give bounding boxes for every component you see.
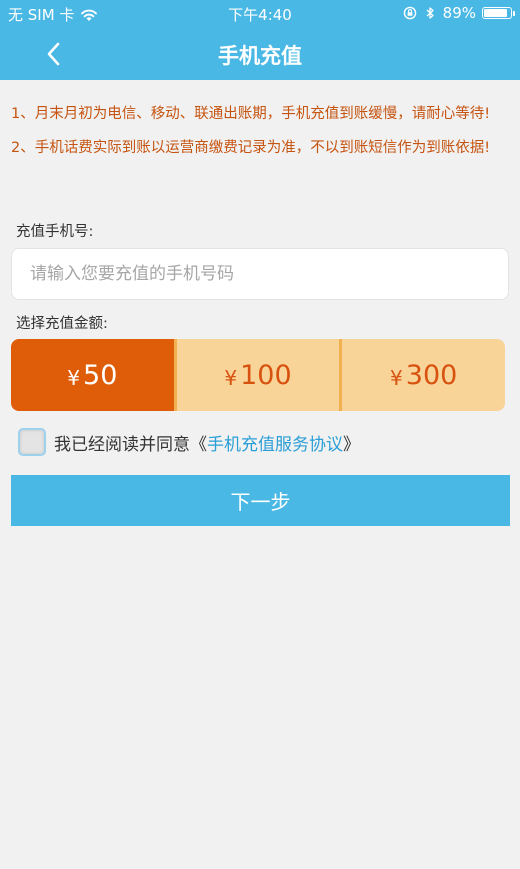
battery-fill [484,9,508,17]
currency-symbol: ¥ [224,366,238,390]
agreement-row: 我已经阅读并同意《 手机充值服务协议》 [18,428,360,456]
amount-option-300[interactable]: ¥ 300 [339,339,505,411]
notice-list: 1、月末月初为电信、移动、联通出账期，手机充值到账缓慢，请耐心等待! 2、手机话… [11,104,503,172]
bluetooth-icon [426,7,434,19]
amount-selector: ¥ 50 ¥ 100 ¥ 300 [11,339,505,411]
status-bar-right: 89% [403,4,515,22]
notice-item: 1、月末月初为电信、移动、联通出账期，手机充值到账缓慢，请耐心等待! [11,106,491,122]
agreement-text: 我已经阅读并同意《 [54,434,207,455]
amount-option-50[interactable]: ¥ 50 [11,339,174,411]
page-title: 手机充值 [218,44,302,68]
amount-label: 选择充值金额: [16,316,108,332]
battery-icon [482,7,515,19]
phone-input[interactable] [11,248,509,300]
next-step-button[interactable]: 下一步 [11,475,510,526]
notice-item: 2、手机话费实际到账以运营商缴费记录为准，不以到账短信作为到账依据! [11,140,491,156]
amount-value: 100 [240,359,292,391]
amount-value: 300 [405,359,458,391]
agreement-suffix: 》 [343,434,360,455]
currency-symbol: ¥ [390,366,403,390]
service-agreement-link[interactable]: 手机充值服务协议 [207,430,343,455]
currency-symbol: ¥ [67,366,81,390]
orientation-lock-icon [403,6,416,20]
status-bar: 无 SIM 卡 下午4:40 89% [0,0,520,28]
nav-bar: 手机充值 [0,28,520,80]
amount-value: 50 [83,359,118,391]
agreement-checkbox[interactable] [18,428,46,456]
amount-option-100[interactable]: ¥ 100 [173,339,340,411]
battery-percent: 89% [442,4,476,22]
phone-label: 充值手机号: [16,224,94,240]
